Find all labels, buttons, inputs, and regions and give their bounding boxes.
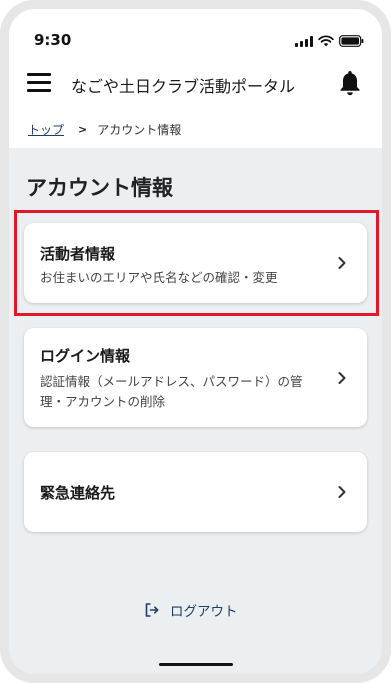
chevron-right-icon	[338, 486, 346, 498]
hamburger-menu-icon[interactable]	[27, 73, 51, 93]
page-title: アカウント情報	[26, 176, 173, 200]
activity-info-card[interactable]: 活動者情報 お住まいのエリアや氏名などの確認・変更	[24, 223, 367, 303]
app-title: なごや土日クラブ活動ポータル	[71, 77, 296, 96]
top-area: 9:30 なごや土日クラブ活動ポータル トップ > アカウント情報	[9, 9, 382, 148]
card-title: 活動者情報	[40, 245, 116, 263]
breadcrumb-separator-icon: >	[78, 123, 88, 136]
logout-icon	[145, 603, 159, 617]
logout-button[interactable]: ログアウト	[144, 600, 238, 620]
emergency-contact-card[interactable]: 緊急連絡先	[24, 452, 367, 532]
breadcrumb: トップ > アカウント情報	[28, 121, 181, 138]
logout-label: ログアウト	[170, 604, 238, 620]
card-title: ログイン情報	[40, 347, 131, 365]
bell-icon[interactable]	[338, 69, 362, 97]
signal-icon	[295, 35, 313, 47]
wifi-icon	[318, 35, 334, 47]
status-icons	[295, 35, 364, 47]
phone-frame: 9:30 なごや土日クラブ活動ポータル トップ > アカウント情報 アカウント情…	[0, 0, 391, 683]
app-header: なごや土日クラブ活動ポータル	[9, 65, 382, 105]
app-screen: 9:30 なごや土日クラブ活動ポータル トップ > アカウント情報 アカウント情…	[9, 9, 382, 674]
status-time: 9:30	[34, 31, 72, 49]
status-bar: 9:30	[9, 9, 382, 53]
chevron-right-icon	[338, 257, 346, 269]
breadcrumb-current: アカウント情報	[97, 123, 182, 137]
chevron-right-icon	[338, 372, 346, 384]
card-description: お住まいのエリアや氏名などの確認・変更	[40, 270, 278, 285]
login-info-card[interactable]: ログイン情報 認証情報（メールアドレス、パスワード）の管理・アカウントの削除	[24, 328, 367, 427]
card-description: 認証情報（メールアドレス、パスワード）の管理・アカウントの削除	[40, 374, 303, 409]
home-indicator	[159, 663, 233, 666]
card-title: 緊急連絡先	[40, 484, 116, 502]
battery-icon	[339, 35, 364, 47]
breadcrumb-home-link[interactable]: トップ	[28, 121, 64, 138]
